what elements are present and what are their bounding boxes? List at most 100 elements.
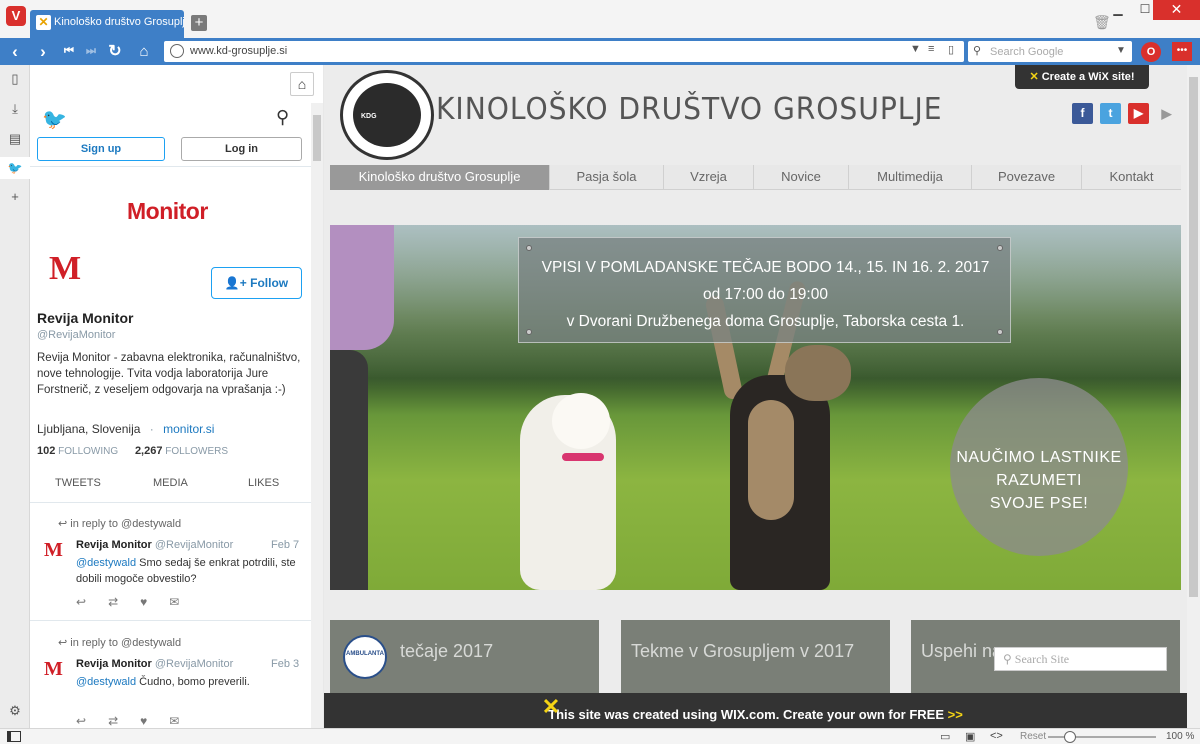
tab-tweets[interactable]: TWEETS <box>55 477 101 489</box>
panel-toggle-icon[interactable] <box>7 731 21 742</box>
tweet-text: @destywald Čudno, bomo preverili. <box>76 674 304 690</box>
retweet-icon[interactable]: ⇄ <box>108 714 140 728</box>
url-text[interactable]: www.kd-grosuplje.si <box>190 45 287 57</box>
add-panel-icon[interactable]: + <box>7 189 23 205</box>
opera-extension-icon[interactable]: O <box>1141 42 1161 62</box>
url-field[interactable]: www.kd-grosuplje.si ▼ ≡ ▯ <box>164 41 964 62</box>
twitter-icon[interactable]: t <box>1100 103 1121 124</box>
rewind-button[interactable]: ⏮ <box>58 41 80 62</box>
facebook-icon[interactable]: f <box>1072 103 1093 124</box>
video-icon[interactable]: ▶ <box>1156 103 1177 124</box>
forward-button[interactable]: › <box>32 41 54 62</box>
message-icon[interactable]: ✉ <box>169 714 201 728</box>
wix-badge[interactable]: ✕ Create a WiX site! <box>1015 65 1149 89</box>
youtube-icon[interactable]: ▶ <box>1128 103 1149 124</box>
tweet-handle[interactable]: @RevijaMonitor <box>155 658 233 670</box>
nav-kinolosko-drustvo[interactable]: Kinološko društvo Grosuplje <box>330 165 550 190</box>
tab-kd-grosuplje[interactable]: ✕ Kinološko društvo Grosuplje <box>30 10 184 38</box>
bookmark-icon[interactable]: ▯ <box>948 43 954 56</box>
image-toggle-icon[interactable]: ▣ <box>965 730 975 743</box>
twitter-panel-icon[interactable]: 🐦 <box>0 157 30 179</box>
sign-up-button[interactable]: Sign up <box>37 137 165 161</box>
reload-icon[interactable]: ↻ <box>104 41 126 62</box>
profile-website-link[interactable]: monitor.si <box>163 422 214 436</box>
follow-button[interactable]: 👤+ Follow <box>211 267 302 299</box>
avatar[interactable]: M <box>44 658 63 681</box>
chevron-down-icon[interactable]: ▼ <box>1116 45 1126 56</box>
tweet-handle[interactable]: @RevijaMonitor <box>155 539 233 551</box>
zoom-slider-handle[interactable] <box>1064 731 1076 743</box>
tweet-date[interactable]: Feb 7 <box>271 539 299 551</box>
announcement-text: VPISI V POMLADANSKE TEČAJE BODO 14., 15.… <box>519 254 1012 335</box>
tweet-item[interactable]: ↩ in reply to @destywald M Revija Monito… <box>30 622 311 728</box>
site-search-input[interactable]: ⚲ Search Site <box>994 647 1167 671</box>
vivaldi-menu-icon[interactable]: V <box>6 6 26 26</box>
nav-novice[interactable]: Novice <box>754 165 849 190</box>
back-button[interactable]: ‹ <box>4 41 26 62</box>
panel-scrollbar[interactable] <box>311 103 323 728</box>
followers-count[interactable]: 2,267 <box>135 445 163 457</box>
followers-label[interactable]: FOLLOWERS <box>165 446 228 457</box>
page-tiling-icon[interactable]: ▭ <box>940 730 950 743</box>
card-title: tečaje 2017 <box>400 641 494 661</box>
avatar[interactable]: M <box>44 539 63 562</box>
tweet-author[interactable]: Revija Monitor <box>76 539 152 551</box>
following-count[interactable]: 102 <box>37 445 55 457</box>
add-user-icon: 👤+ <box>224 276 247 290</box>
tweet-actions: ↩⇄♥✉ <box>76 595 201 609</box>
tweet-date[interactable]: Feb 3 <box>271 658 299 670</box>
reply-to-text[interactable]: in reply to @destywald <box>70 637 181 649</box>
log-in-button[interactable]: Log in <box>181 137 302 161</box>
nav-multimedija[interactable]: Multimedija <box>849 165 972 190</box>
profile-location: Ljubljana, Slovenija · monitor.si <box>37 422 214 436</box>
search-input[interactable]: ⚲ Search Google ▼ <box>968 41 1132 62</box>
reply-context: ↩ in reply to @destywald <box>58 517 181 530</box>
nav-povezave[interactable]: Povezave <box>972 165 1082 190</box>
page-actions-icon[interactable]: <> <box>990 730 1003 742</box>
lastpass-extension-icon[interactable]: ••• <box>1172 42 1192 61</box>
tweet-body: Čudno, bomo preverili. <box>139 676 250 688</box>
downloads-panel-icon[interactable]: ⤓ <box>7 101 23 117</box>
bookmarks-panel-icon[interactable]: ▯ <box>7 71 23 87</box>
rivet <box>526 245 532 251</box>
reply-icon[interactable]: ↩ <box>76 714 108 728</box>
tab-likes[interactable]: LIKES <box>248 477 279 489</box>
following-label[interactable]: FOLLOWING <box>58 446 118 457</box>
heart-icon[interactable]: ♥ <box>140 595 169 609</box>
site-logo[interactable]: KDG <box>340 70 434 160</box>
page-scrollbar-thumb[interactable] <box>1189 77 1198 597</box>
tweet-item[interactable]: ↩ in reply to @destywald M Revija Monito… <box>30 503 311 621</box>
tweet-author[interactable]: Revija Monitor <box>76 658 152 670</box>
panel-scrollbar-thumb[interactable] <box>313 115 321 161</box>
gear-icon[interactable]: ⚙ <box>7 703 23 719</box>
reader-view-icon[interactable]: ≡ <box>928 43 934 55</box>
close-button[interactable]: ✕ <box>1153 0 1200 20</box>
nav-pasja-sola[interactable]: Pasja šola <box>550 165 664 190</box>
chevron-down-icon[interactable]: ▼ <box>910 43 921 55</box>
tweet-mention[interactable]: @destywald <box>76 676 136 688</box>
tweet-mention[interactable]: @destywald <box>76 557 136 569</box>
avatar[interactable]: M <box>49 250 81 288</box>
notes-panel-icon[interactable]: ▤ <box>7 131 23 147</box>
nav-kontakt[interactable]: Kontakt <box>1082 165 1181 190</box>
hero-photo-dark-dog <box>748 400 794 520</box>
heart-icon[interactable]: ♥ <box>140 714 169 728</box>
reply-to-text[interactable]: in reply to @destywald <box>70 518 181 530</box>
globe-icon <box>170 44 184 58</box>
home-icon[interactable]: ⌂ <box>133 41 155 62</box>
panel-home-icon[interactable]: ⌂ <box>290 72 314 96</box>
site-title: KINOLOŠKO DRUŠTVO GROSUPLJE <box>436 92 943 127</box>
nav-vzreja[interactable]: Vzreja <box>664 165 754 190</box>
minimize-button[interactable]: ▁ <box>1103 0 1133 20</box>
search-icon[interactable]: ⚲ <box>276 107 289 128</box>
fast-forward-button[interactable]: ⏭ <box>80 41 102 62</box>
reply-icon[interactable]: ↩ <box>76 595 108 609</box>
new-tab-button[interactable]: + <box>191 15 207 31</box>
wix-favicon-icon: ✕ <box>36 15 51 30</box>
divider <box>30 166 311 167</box>
zoom-reset-button[interactable]: Reset <box>1020 731 1046 742</box>
retweet-icon[interactable]: ⇄ <box>108 595 140 609</box>
wix-footer-banner[interactable]: ✕ This site was created using WIX.com. C… <box>324 693 1187 728</box>
message-icon[interactable]: ✉ <box>169 595 201 609</box>
tab-media[interactable]: MEDIA <box>153 477 188 489</box>
